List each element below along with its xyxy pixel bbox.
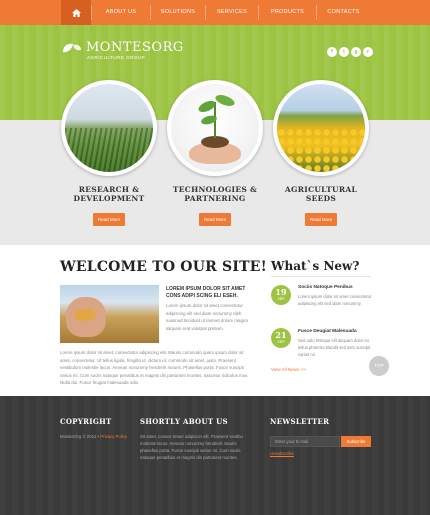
footer-copyright-title: COPYRIGHT bbox=[60, 417, 112, 426]
leaf-icon bbox=[63, 43, 81, 52]
feature-image-technologies[interactable] bbox=[167, 80, 263, 176]
nav-contacts[interactable]: CONTACTS bbox=[317, 0, 370, 25]
twitter-icon[interactable]: t bbox=[339, 47, 349, 57]
home-button[interactable] bbox=[61, 0, 91, 25]
date-badge: 19 SEP bbox=[271, 285, 291, 305]
seedling-hands-photo bbox=[171, 84, 259, 172]
read-more-button[interactable]: Read More bbox=[199, 213, 231, 226]
feature-image-seeds[interactable] bbox=[273, 80, 369, 176]
subscribe-button[interactable]: Subscribe bbox=[341, 436, 371, 447]
home-icon bbox=[71, 8, 81, 17]
divider bbox=[271, 276, 371, 277]
nav-solutions[interactable]: SOLUTIONS bbox=[151, 0, 205, 25]
welcome-lead: LOREM IPSUM DOLOR SIT AMET CONS ADIPI SC… bbox=[166, 286, 246, 299]
back-to-top-button[interactable]: TOP bbox=[369, 356, 389, 376]
read-more-button[interactable]: Read More bbox=[305, 213, 337, 226]
top-navigation: ABOUT US SOLUTIONS SERVICES PRODUCTS CON… bbox=[0, 0, 430, 25]
nav-products[interactable]: PRODUCTS bbox=[259, 0, 316, 25]
feature-image-research[interactable] bbox=[61, 80, 157, 176]
unsubscribe-link[interactable]: Unsubscribe bbox=[270, 451, 294, 456]
footer-about-text: Sit amet, consec tetuer adipiscin elit. … bbox=[140, 434, 243, 460]
field-photo bbox=[65, 84, 153, 172]
logo[interactable]: MONTESORG bbox=[62, 40, 184, 55]
grain-hand-photo bbox=[60, 285, 159, 343]
brand-tagline: AGRICULTURE GROUP bbox=[87, 55, 146, 60]
nav-about-us[interactable]: ABOUT US bbox=[92, 0, 150, 25]
sunflower-photo bbox=[277, 84, 365, 172]
date-badge: 21 SEP bbox=[271, 328, 291, 348]
feature-title-technologies: TECHNOLOGIES & PARTNERING bbox=[172, 185, 258, 203]
welcome-paragraph-1: Lorem ipsum dolor sit amet consectetur a… bbox=[166, 303, 248, 331]
rss-icon[interactable]: r bbox=[363, 47, 373, 57]
view-all-news-link[interactable]: View All News >> bbox=[271, 367, 306, 372]
nav-services[interactable]: SERVICES bbox=[206, 0, 258, 25]
copyright-text: MontesOrg © 2012 • Privacy Policy bbox=[60, 434, 128, 439]
news-title[interactable]: Fusce Deugiat Malesuada bbox=[298, 329, 357, 334]
news-title[interactable]: Sociis Natoque Penibus bbox=[298, 285, 353, 290]
feature-title-seeds: AGRICULTURAL SEEDS bbox=[284, 185, 358, 203]
facebook-icon[interactable]: f bbox=[327, 47, 337, 57]
welcome-title: WELCOME TO OUR SITE! bbox=[60, 259, 267, 275]
feature-title-research: RESEARCH & DEVELOPMENT bbox=[73, 185, 145, 203]
footer-about-title: SHORTLY ABOUT US bbox=[140, 417, 228, 426]
news-text: Sed odio tristique elit aliquam dolor eu… bbox=[298, 338, 371, 357]
email-field[interactable]: Enter your E-mail bbox=[270, 436, 340, 447]
privacy-policy-link[interactable]: Privacy Policy bbox=[100, 434, 127, 439]
news-text: Lorem ipsum dolor sit amet consectetur a… bbox=[298, 294, 372, 306]
googleplus-icon[interactable]: g bbox=[351, 47, 361, 57]
footer-newsletter-title: NEWSLETTER bbox=[270, 417, 330, 426]
brand-name: MONTESORG bbox=[86, 40, 184, 55]
read-more-button[interactable]: Read More bbox=[93, 213, 125, 226]
welcome-paragraph-2: Lorem ipsum dolor sit amet, consectetur … bbox=[60, 350, 249, 385]
whats-new-title: What`s New? bbox=[271, 259, 360, 273]
